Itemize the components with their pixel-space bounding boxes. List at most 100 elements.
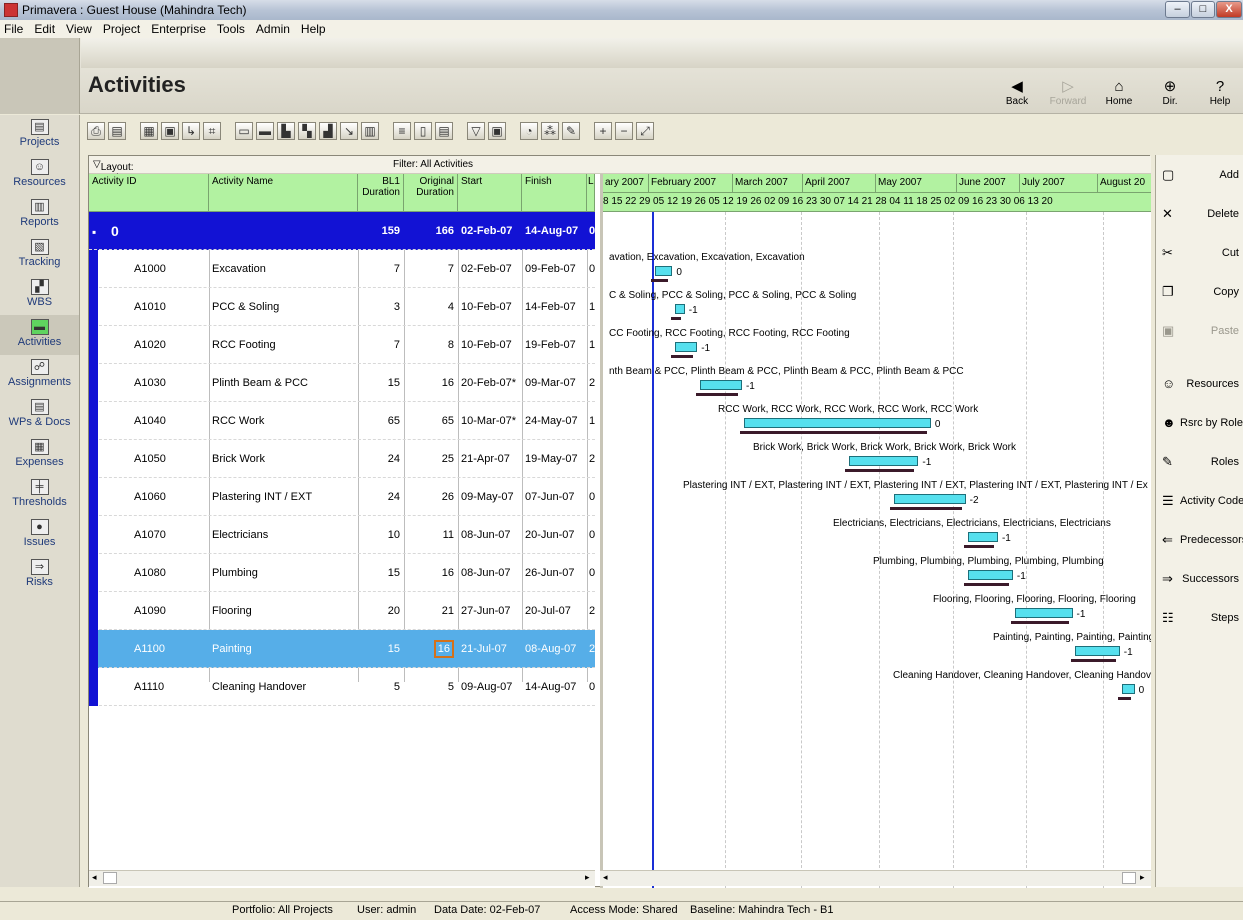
layout-bottom-icon[interactable]: ▬ <box>256 122 274 140</box>
activity-row[interactable]: A1030 Plinth Beam & PCC 15 16 20-Feb-07* 09-M… <box>89 364 595 402</box>
sidebar-item-assignments[interactable]: ☍ Assignments <box>0 355 79 395</box>
zoom-fit-icon[interactable]: ⤢ <box>636 122 654 140</box>
activity-network-icon[interactable]: ▚ <box>298 122 316 140</box>
activity-row[interactable]: A1020 RCC Footing 7 8 10-Feb-07 19-Feb-07 1 <box>89 326 595 364</box>
gantt-activity-bar[interactable] <box>1015 608 1073 618</box>
filter-icon[interactable]: ▽ <box>467 122 485 140</box>
sidebar-item-risks[interactable]: ⇒ Risks <box>0 555 79 595</box>
col-activity-name[interactable]: Activity Name <box>209 174 358 212</box>
collapse-icon[interactable]: ▪ <box>92 225 96 239</box>
columns-icon[interactable]: ≡ <box>393 122 411 140</box>
activity-row[interactable]: A1050 Brick Work 24 25 21-Apr-07 19-May-07 2 <box>89 440 595 478</box>
activity-details-icon[interactable]: ▥ <box>361 122 379 140</box>
command-roles[interactable]: ✎ Roles <box>1156 442 1243 481</box>
filter-label[interactable]: Filter: All Activities <box>393 159 473 170</box>
gantt-chart-icon[interactable]: ▙ <box>277 122 295 140</box>
menu-edit[interactable]: Edit <box>34 22 55 36</box>
gantt-scroll-thumb[interactable] <box>1122 872 1136 884</box>
gantt-activity-bar[interactable] <box>968 570 1013 580</box>
command-add[interactable]: ▢ Add <box>1156 155 1243 194</box>
activity-row[interactable]: A1000 Excavation 7 7 02-Feb-07 09-Feb-07 0 <box>89 250 595 288</box>
col-start[interactable]: Start <box>458 174 522 212</box>
command-rsrc-by-role[interactable]: ☻ Rsrc by Role <box>1156 403 1243 442</box>
table-hscrollbar[interactable]: ◂ ▸ <box>89 870 595 886</box>
group-icon[interactable]: ▣ <box>488 122 506 140</box>
zoom-in-icon[interactable]: + <box>594 122 612 140</box>
trace-logic-icon[interactable]: ↘ <box>340 122 358 140</box>
wbs-row[interactable]: ▪ 0 159 166 02-Feb-07 14-Aug-07 0 <box>89 212 595 250</box>
scroll-thumb[interactable] <box>103 872 117 884</box>
gantt-activity-bar[interactable] <box>674 304 685 314</box>
command-resources[interactable]: ☺ Resources <box>1156 364 1243 403</box>
gantt-activity-bar[interactable] <box>968 532 998 542</box>
col-bl1-duration[interactable]: BL1 Duration <box>358 174 404 212</box>
activity-row[interactable]: A1040 RCC Work 65 65 10-Mar-07* 24-May-07 1 <box>89 402 595 440</box>
print-icon[interactable]: ⎙ <box>87 122 105 140</box>
close-button[interactable]: X <box>1216 1 1242 18</box>
link-icon[interactable]: ↳ <box>182 122 200 140</box>
activity-row[interactable]: A1100 Painting 15 16 21-Jul-07 08-Aug-07 2 <box>89 630 595 668</box>
command-successors[interactable]: ⇒ Successors <box>1156 559 1243 598</box>
gantt-activity-bar[interactable] <box>699 380 742 390</box>
level-icon[interactable]: ⁂ <box>541 122 559 140</box>
home-button[interactable]: ⌂ Home <box>1097 78 1141 112</box>
schedule-icon[interactable]: ◔ <box>520 122 538 140</box>
gantt-scroll-right-icon[interactable]: ▸ <box>1140 872 1145 883</box>
gantt-activity-bar[interactable] <box>1122 684 1135 694</box>
sidebar-item-resources[interactable]: ☺ Resources <box>0 155 79 195</box>
group-sort-icon[interactable]: ▣ <box>161 122 179 140</box>
scroll-left-icon[interactable]: ◂ <box>92 872 97 883</box>
menu-help[interactable]: Help <box>301 22 326 36</box>
table-columns-icon[interactable]: ▦ <box>140 122 158 140</box>
original-duration[interactable]: 16 <box>404 640 454 658</box>
sidebar-item-activities[interactable]: ▬ Activities <box>0 315 79 355</box>
activity-row[interactable]: A1010 PCC & Soling 3 4 10-Feb-07 14-Feb-07 1 <box>89 288 595 326</box>
col-finish[interactable]: Finish <box>522 174 587 212</box>
back-button[interactable]: ◀ Back <box>995 78 1039 112</box>
sidebar-item-thresholds[interactable]: ╪ Thresholds <box>0 475 79 515</box>
menu-enterprise[interactable]: Enterprise <box>151 22 206 36</box>
activity-row[interactable]: A1080 Plumbing 15 16 08-Jun-07 26-Jun-07 0 <box>89 554 595 592</box>
resource-profile-icon[interactable]: ▟ <box>319 122 337 140</box>
sidebar-item-reports[interactable]: ▥ Reports <box>0 195 79 235</box>
editing-cell[interactable]: 16 <box>433 640 454 658</box>
activity-row[interactable]: A1060 Plastering INT / EXT 24 26 09-May-07 07… <box>89 478 595 516</box>
command-paste[interactable]: ▣ Paste <box>1156 311 1243 350</box>
gantt-activity-bar[interactable] <box>744 418 931 428</box>
progress-spotlight-icon[interactable]: ✎ <box>562 122 580 140</box>
forward-button[interactable]: ▷ Forward <box>1046 78 1090 112</box>
sidebar-item-wps-docs[interactable]: ▤ WPs & Docs <box>0 395 79 435</box>
menu-admin[interactable]: Admin <box>256 22 290 36</box>
menu-view[interactable]: View <box>66 22 92 36</box>
sidebar-item-expenses[interactable]: ▦ Expenses <box>0 435 79 475</box>
help-button[interactable]: ? Help <box>1198 78 1242 112</box>
col-l[interactable]: L <box>587 174 595 212</box>
gantt-activity-bar[interactable] <box>1075 646 1120 656</box>
layout-top-icon[interactable]: ▭ <box>235 122 253 140</box>
sidebar-item-wbs[interactable]: ▞ WBS <box>0 275 79 315</box>
timescale-icon[interactable]: ▤ <box>435 122 453 140</box>
gantt-activity-bar[interactable] <box>674 342 698 352</box>
activity-row[interactable]: A1110 Cleaning Handover 5 5 09-Aug-07 14-Aug-… <box>89 668 595 706</box>
gantt-activity-bar[interactable] <box>654 266 673 276</box>
command-activity-codes[interactable]: ☰ Activity Codes <box>1156 481 1243 520</box>
zoom-out-icon[interactable]: − <box>615 122 633 140</box>
command-steps[interactable]: ☷ Steps <box>1156 598 1243 637</box>
minimize-button[interactable]: – <box>1165 1 1190 18</box>
col-activity-id[interactable]: Activity ID <box>89 174 209 212</box>
print-preview-icon[interactable]: ▤ <box>108 122 126 140</box>
col-original-duration[interactable]: Original Duration <box>404 174 458 212</box>
menu-tools[interactable]: Tools <box>217 22 245 36</box>
menu-file[interactable]: File <box>4 22 23 36</box>
command-cut[interactable]: ✂ Cut <box>1156 233 1243 272</box>
command-delete[interactable]: ✕ Delete <box>1156 194 1243 233</box>
activity-row[interactable]: A1070 Electricians 10 11 08-Jun-07 20-Jun-07 0 <box>89 516 595 554</box>
activity-row[interactable]: A1090 Flooring 20 21 27-Jun-07 20-Jul-07 2 <box>89 592 595 630</box>
sidebar-item-tracking[interactable]: ▧ Tracking <box>0 235 79 275</box>
menu-project[interactable]: Project <box>103 22 140 36</box>
layout-dropdown[interactable]: ▽ Layout: Early vs Baseline Bar Chart --… <box>93 159 139 228</box>
gantt-activity-bar[interactable] <box>848 456 919 466</box>
command-copy[interactable]: ❐ Copy <box>1156 272 1243 311</box>
scroll-right-icon[interactable]: ▸ <box>585 872 590 883</box>
sidebar-item-projects[interactable]: ▤ Projects <box>0 115 79 155</box>
